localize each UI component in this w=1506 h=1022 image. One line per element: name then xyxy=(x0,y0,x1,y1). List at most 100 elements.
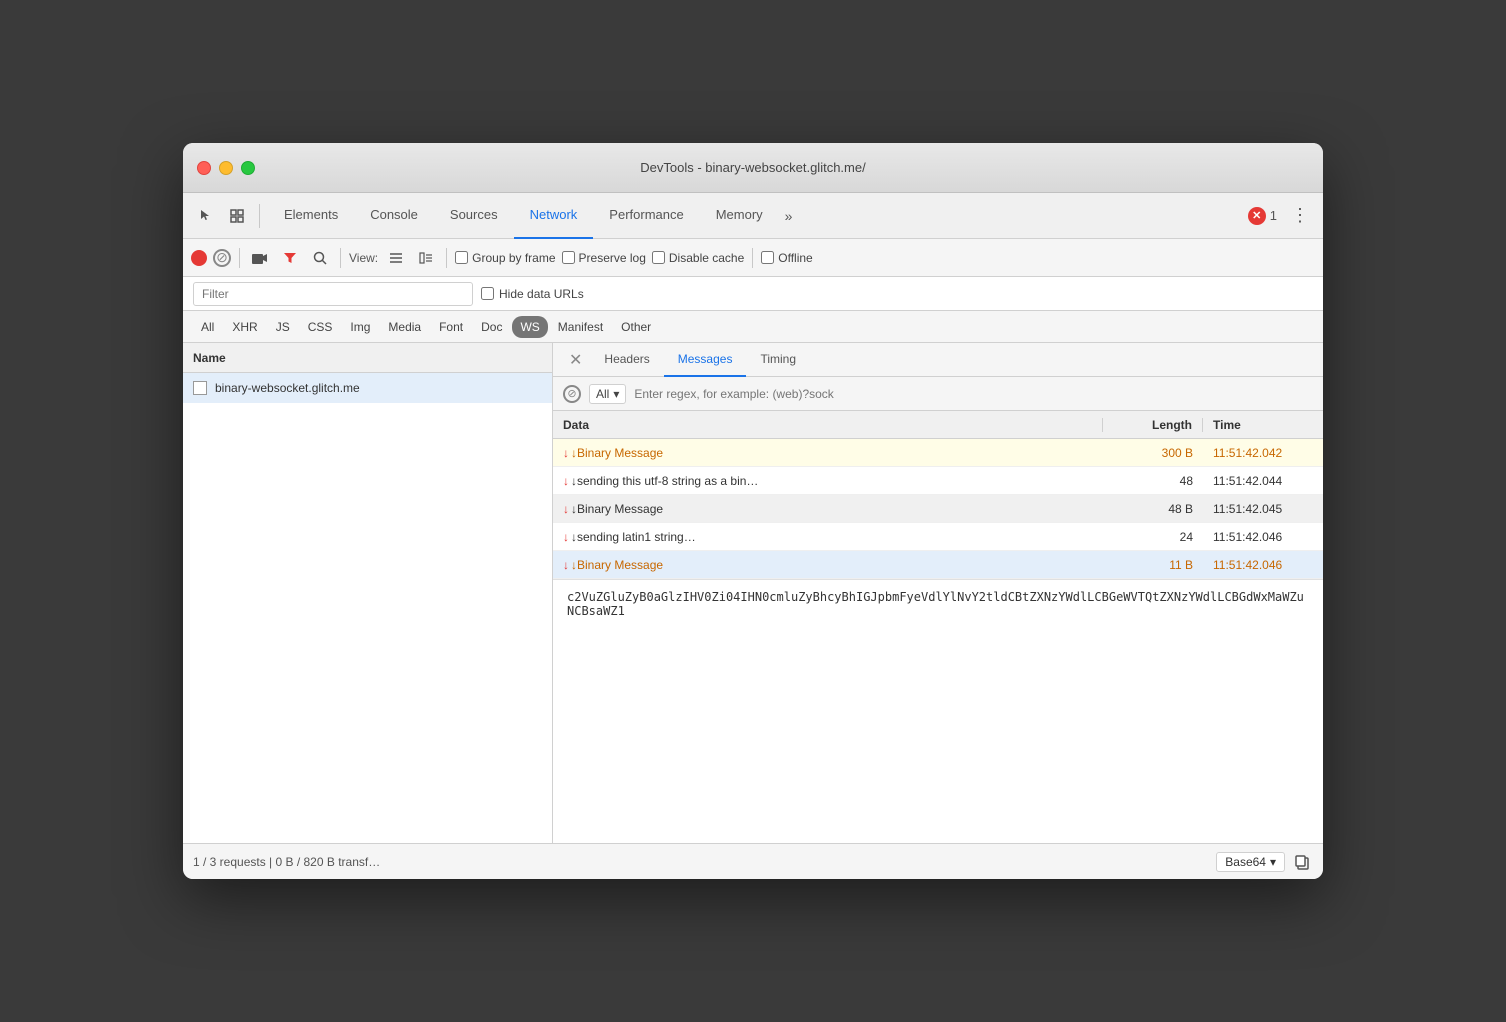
requests-pane: Name binary-websocket.glitch.me xyxy=(183,343,553,843)
regex-filter-input[interactable] xyxy=(634,382,1313,406)
error-count: 1 xyxy=(1270,208,1277,223)
messages-table: Data Length Time ↓↓Binary Message 300 B … xyxy=(553,411,1323,843)
traffic-lights xyxy=(197,161,255,175)
message-row[interactable]: ↓↓Binary Message 48 B 11:51:42.045 xyxy=(553,495,1323,523)
view-label: View: xyxy=(349,251,378,265)
msg-data: ↓↓Binary Message xyxy=(553,502,1103,516)
toolbar-sep-1 xyxy=(239,248,240,268)
type-btn-img[interactable]: Img xyxy=(342,316,378,338)
tab-list: Elements Console Sources Network Perform… xyxy=(268,193,798,239)
filter-input[interactable] xyxy=(193,282,473,306)
arrow-icon: ↓ xyxy=(563,502,569,516)
disable-cache-label: Disable cache xyxy=(652,251,744,265)
hide-data-urls-checkbox[interactable] xyxy=(481,287,494,300)
msg-time: 11:51:42.045 xyxy=(1203,502,1323,516)
statusbar-right: Base64 ▾ xyxy=(1216,851,1313,873)
type-btn-font[interactable]: Font xyxy=(431,316,471,338)
msg-time: 11:51:42.046 xyxy=(1203,530,1323,544)
msg-time: 11:51:42.042 xyxy=(1203,446,1323,460)
minimize-button[interactable] xyxy=(219,161,233,175)
messages-filter: ⊘ All ▾ xyxy=(553,377,1323,411)
type-btn-xhr[interactable]: XHR xyxy=(224,316,265,338)
toolbar-sep-3 xyxy=(446,248,447,268)
tab-messages[interactable]: Messages xyxy=(664,343,747,377)
toolbar-sep-2 xyxy=(340,248,341,268)
tab-network[interactable]: Network xyxy=(514,193,594,239)
tab-console[interactable]: Console xyxy=(354,193,434,239)
group-by-frame-label: Group by frame xyxy=(455,251,555,265)
statusbar: 1 / 3 requests | 0 B / 820 B transf… Bas… xyxy=(183,843,1323,879)
tab-memory[interactable]: Memory xyxy=(700,193,779,239)
type-btn-ws[interactable]: WS xyxy=(512,316,547,338)
network-toolbar: ⊘ View: xyxy=(183,239,1323,277)
maximize-button[interactable] xyxy=(241,161,255,175)
copy-button[interactable] xyxy=(1291,851,1313,873)
requests-header: Name xyxy=(183,343,552,373)
screenshot-icon[interactable] xyxy=(248,246,272,270)
message-row[interactable]: ↓↓Binary Message 300 B 11:51:42.042 xyxy=(553,439,1323,467)
message-row[interactable]: ↓↓Binary Message 11 B 11:51:42.046 xyxy=(553,551,1323,579)
arrow-icon: ↓ xyxy=(563,474,569,488)
msg-time: 11:51:42.044 xyxy=(1203,474,1323,488)
close-details-button[interactable]: ✕ xyxy=(561,350,590,370)
header-data: Data xyxy=(553,418,1103,432)
msg-time: 11:51:42.046 xyxy=(1203,558,1323,572)
message-row[interactable]: ↓↓sending this utf-8 string as a bin… 48… xyxy=(553,467,1323,495)
msg-data: ↓↓sending latin1 string… xyxy=(553,530,1103,544)
list-view-icon[interactable] xyxy=(384,246,408,270)
preserve-log-checkbox[interactable] xyxy=(562,251,575,264)
tab-timing[interactable]: Timing xyxy=(746,343,810,377)
detail-view-icon[interactable] xyxy=(414,246,438,270)
tab-sources[interactable]: Sources xyxy=(434,193,514,239)
tab-performance[interactable]: Performance xyxy=(593,193,699,239)
request-icon xyxy=(193,381,207,395)
block-icon: ⊘ xyxy=(563,385,581,403)
offline-checkbox[interactable] xyxy=(761,251,774,264)
devtools-window: DevTools - binary-websocket.glitch.me/ E… xyxy=(183,143,1323,879)
record-button[interactable] xyxy=(191,250,207,266)
request-count: 1 / 3 requests | 0 B / 820 B transf… xyxy=(193,855,380,869)
inspect-icon[interactable] xyxy=(223,202,251,230)
search-icon[interactable] xyxy=(308,246,332,270)
encoding-select[interactable]: Base64 ▾ xyxy=(1216,852,1285,872)
request-item[interactable]: binary-websocket.glitch.me xyxy=(183,373,552,403)
msg-length: 300 B xyxy=(1103,446,1203,460)
details-tabs: ✕ Headers Messages Timing xyxy=(553,343,1323,377)
type-btn-media[interactable]: Media xyxy=(380,316,429,338)
main-toolbar: Elements Console Sources Network Perform… xyxy=(183,193,1323,239)
arrow-icon: ↓ xyxy=(563,446,569,460)
messages-table-header: Data Length Time xyxy=(553,411,1323,439)
toolbar-sep-4 xyxy=(752,248,753,268)
msg-data: ↓↓Binary Message xyxy=(553,558,1103,572)
type-btn-js[interactable]: JS xyxy=(268,316,298,338)
header-time: Time xyxy=(1203,418,1323,432)
hide-data-urls-label: Hide data URLs xyxy=(481,287,584,301)
close-button[interactable] xyxy=(197,161,211,175)
tab-headers[interactable]: Headers xyxy=(590,343,663,377)
type-btn-css[interactable]: CSS xyxy=(300,316,341,338)
messages-filter-dropdown[interactable]: All ▾ xyxy=(589,384,626,404)
type-btn-all[interactable]: All xyxy=(193,316,222,338)
msg-data: ↓↓sending this utf-8 string as a bin… xyxy=(553,474,1103,488)
group-by-frame-checkbox[interactable] xyxy=(455,251,468,264)
error-badge: ✕ 1 xyxy=(1248,207,1277,225)
msg-length: 24 xyxy=(1103,530,1203,544)
message-row[interactable]: ↓↓sending latin1 string… 24 11:51:42.046 xyxy=(553,523,1323,551)
main-content: Name binary-websocket.glitch.me ✕ Header… xyxy=(183,343,1323,843)
disable-cache-checkbox[interactable] xyxy=(652,251,665,264)
cursor-icon[interactable] xyxy=(191,202,219,230)
more-options-button[interactable]: ⋮ xyxy=(1285,205,1315,226)
binary-content-preview: c2VuZGluZyB0aGlzIHV0Zi04IHN0cmluZyBhcyBh… xyxy=(553,579,1323,628)
type-btn-other[interactable]: Other xyxy=(613,316,659,338)
type-btn-manifest[interactable]: Manifest xyxy=(550,316,611,338)
tab-elements[interactable]: Elements xyxy=(268,193,354,239)
header-length: Length xyxy=(1103,418,1203,432)
tab-overflow-button[interactable]: » xyxy=(779,208,799,224)
clear-button[interactable]: ⊘ xyxy=(213,249,231,267)
offline-label: Offline xyxy=(761,251,812,265)
toolbar-separator xyxy=(259,204,260,228)
msg-data: ↓↓Binary Message xyxy=(553,446,1103,460)
type-btn-doc[interactable]: Doc xyxy=(473,316,510,338)
details-pane: ✕ Headers Messages Timing ⊘ All ▾ xyxy=(553,343,1323,843)
filter-icon[interactable] xyxy=(278,246,302,270)
